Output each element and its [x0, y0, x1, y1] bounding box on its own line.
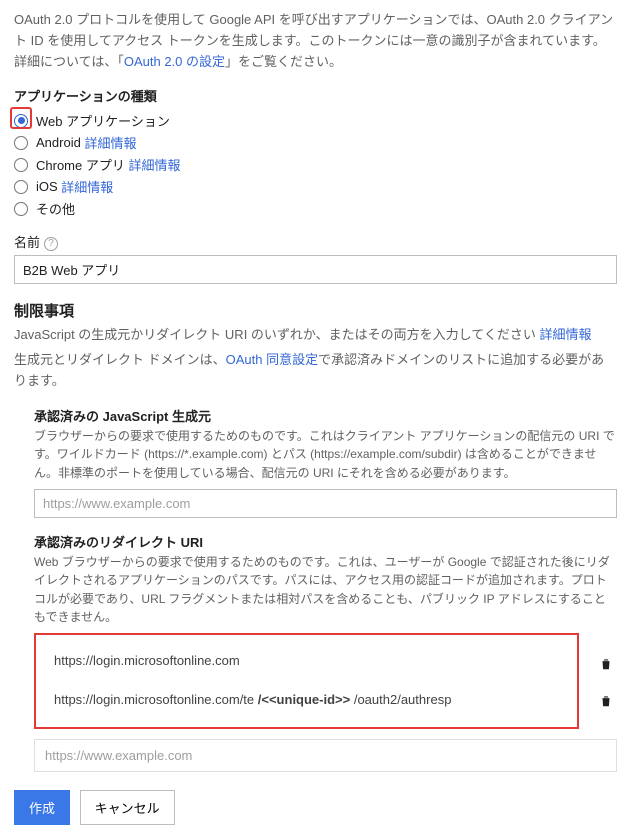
restrictions-more-link[interactable]: 詳細情報: [540, 327, 592, 342]
redirect-desc: Web ブラウザーからの要求で使用するためのものです。これは、ユーザーが Goo…: [34, 553, 617, 627]
oauth-settings-link[interactable]: OAuth 2.0 の設定: [124, 54, 225, 69]
delete-uri-1[interactable]: [599, 656, 617, 675]
name-input[interactable]: [14, 255, 617, 284]
app-type-title: アプリケーションの種類: [14, 86, 617, 105]
app-type-radio-group: Web アプリケーション Android 詳細情報 Chrome アプリ 詳細情…: [14, 111, 617, 218]
radio-chrome-label: Chrome アプリ: [36, 155, 125, 174]
oauth-consent-link[interactable]: OAuth 同意設定: [226, 352, 318, 367]
android-more-link[interactable]: 詳細情報: [84, 133, 136, 152]
intro-text: OAuth 2.0 プロトコルを使用して Google API を呼び出すアプリ…: [14, 10, 617, 72]
delete-uri-2[interactable]: [599, 693, 617, 712]
radio-other-label: その他: [36, 199, 75, 218]
name-label: 名前?: [14, 232, 617, 251]
help-icon[interactable]: ?: [44, 237, 58, 251]
radio-android[interactable]: [14, 136, 28, 150]
redirect-highlight: https://login.microsoftonline.com https:…: [34, 633, 579, 729]
chrome-more-link[interactable]: 詳細情報: [128, 155, 180, 174]
redirect-uri-new[interactable]: [34, 739, 617, 772]
ios-more-link[interactable]: 詳細情報: [61, 177, 113, 196]
radio-web[interactable]: [14, 114, 28, 128]
restrictions-desc1: JavaScript の生成元かリダイレクト URI のいずれか、またはその両方…: [14, 325, 617, 346]
cancel-button[interactable]: キャンセル: [80, 790, 175, 825]
radio-other[interactable]: [14, 202, 28, 216]
restrictions-desc2: 生成元とリダイレクト ドメインは、OAuth 同意設定で承認済みドメインのリスト…: [14, 350, 617, 392]
js-origins-input[interactable]: [34, 489, 617, 518]
js-origins-title: 承認済みの JavaScript 生成元: [34, 406, 617, 425]
redirect-uri-2[interactable]: https://login.microsoftonline.com/te /<<…: [42, 682, 571, 717]
radio-web-label: Web アプリケーション: [36, 111, 170, 130]
redirect-uri-1[interactable]: https://login.microsoftonline.com: [42, 643, 571, 678]
restrictions-title: 制限事項: [14, 300, 617, 321]
redirect-title: 承認済みのリダイレクト URI: [34, 532, 617, 551]
radio-ios[interactable]: [14, 180, 28, 194]
create-button[interactable]: 作成: [14, 790, 70, 825]
radio-android-label: Android: [36, 135, 81, 150]
js-origins-desc: ブラウザーからの要求で使用するためのものです。これはクライアント アプリケーショ…: [34, 427, 617, 483]
radio-ios-label: iOS: [36, 179, 58, 194]
radio-chrome[interactable]: [14, 158, 28, 172]
